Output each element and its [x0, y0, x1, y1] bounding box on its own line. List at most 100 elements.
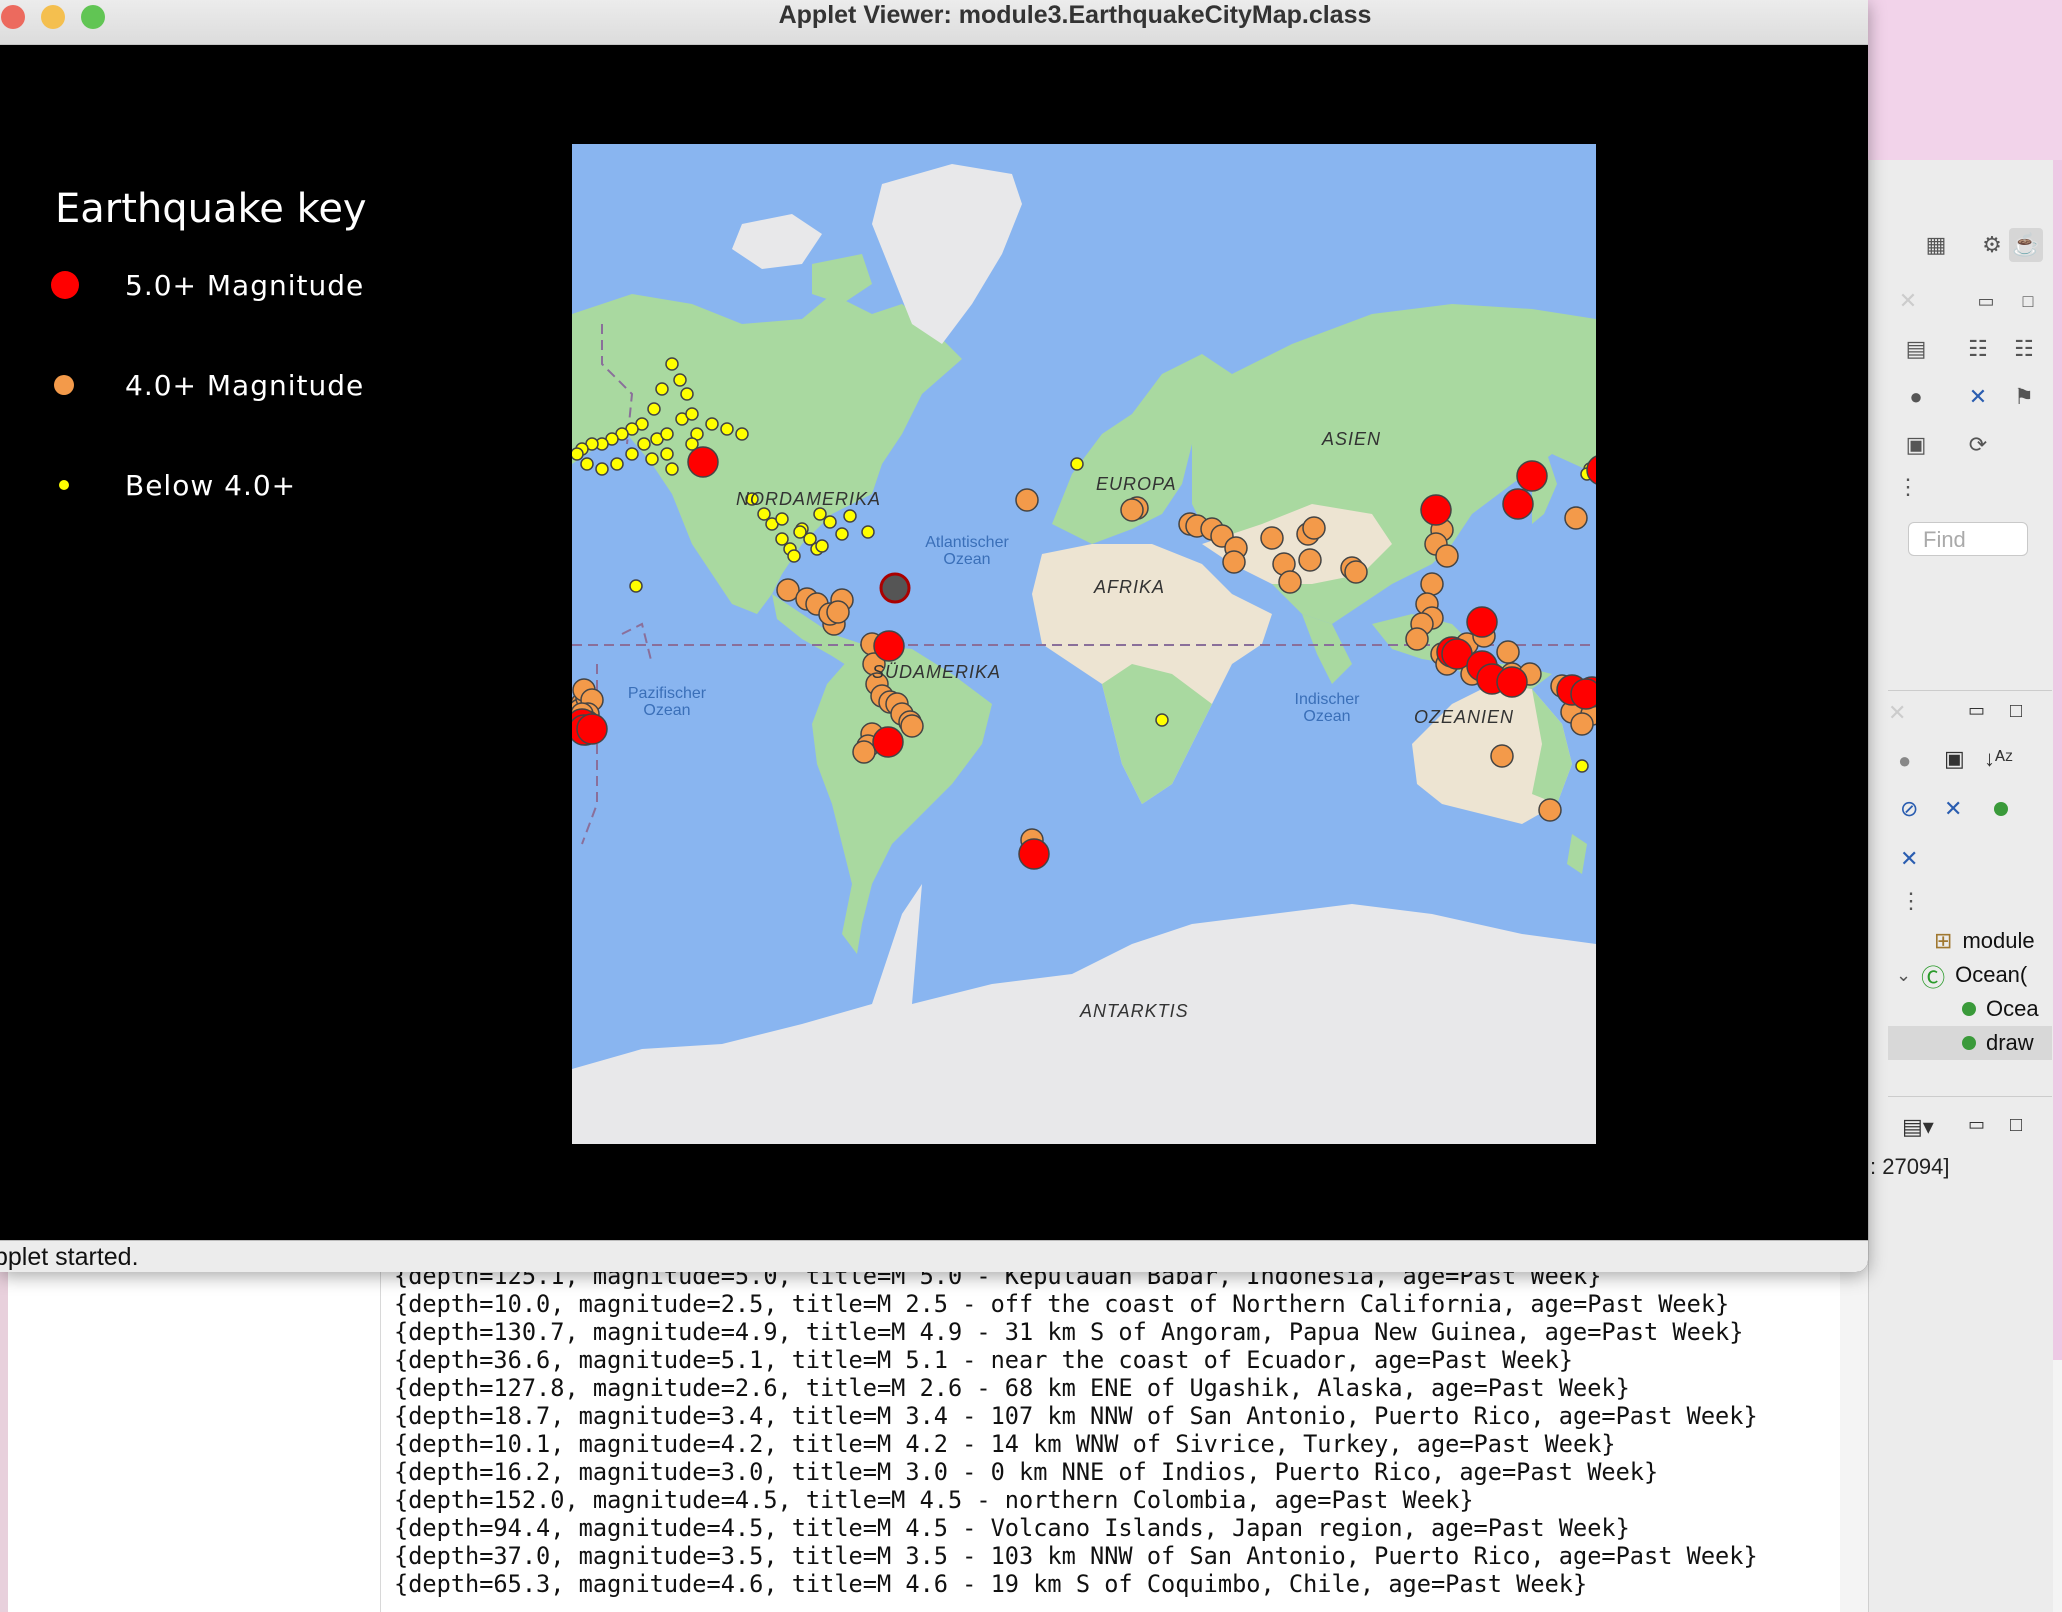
- minimize-icon[interactable]: ▭: [1968, 700, 1985, 721]
- sync-icon[interactable]: ●: [1899, 380, 1933, 414]
- sync-icon[interactable]: ●: [1898, 748, 1911, 774]
- focus-icon[interactable]: ⚑: [2007, 380, 2041, 414]
- minor-earthquake-marker[interactable]: [647, 402, 661, 416]
- moderate-earthquake-marker[interactable]: [852, 740, 876, 764]
- major-earthquake-marker[interactable]: [687, 446, 719, 478]
- major-earthquake-marker[interactable]: [1502, 488, 1534, 520]
- major-earthquake-marker[interactable]: [1420, 494, 1452, 526]
- major-earthquake-marker[interactable]: [1018, 838, 1050, 870]
- minor-earthquake-marker[interactable]: [735, 427, 749, 441]
- major-earthquake-marker[interactable]: [1466, 606, 1498, 638]
- moderate-earthquake-marker[interactable]: [1570, 712, 1594, 736]
- minor-earthquake-marker[interactable]: [665, 462, 679, 476]
- minor-earthquake-marker[interactable]: [660, 427, 674, 441]
- major-earthquake-marker[interactable]: [873, 630, 905, 662]
- moderate-earthquake-marker[interactable]: [1405, 627, 1429, 651]
- collapse-all-icon[interactable]: ▣: [1944, 746, 1965, 772]
- moderate-earthquake-marker[interactable]: [1564, 506, 1588, 530]
- tree-item-constructor[interactable]: Ocea: [1962, 992, 2039, 1026]
- new-console-icon[interactable]: ▤▾: [1902, 1114, 1934, 1140]
- tree-item-class[interactable]: ⌄ Ⓒ Ocean(: [1896, 958, 2027, 992]
- minor-earthquake-marker[interactable]: [787, 549, 801, 563]
- sort-az-icon[interactable]: ↓ᴬᶻ: [1984, 746, 2013, 772]
- hide-nonpublic-icon[interactable]: [1994, 802, 2008, 821]
- perspective-icon[interactable]: ▦: [1919, 228, 1953, 262]
- minor-earthquake-marker[interactable]: [775, 512, 789, 526]
- minor-earthquake-marker[interactable]: [665, 357, 679, 371]
- hide-static-icon[interactable]: ✕: [1944, 796, 1962, 822]
- categorized-icon[interactable]: ☷: [1961, 332, 1995, 366]
- close-icon[interactable]: ✕: [1888, 700, 1906, 726]
- tree-item-package[interactable]: ⊞ module: [1934, 924, 2035, 958]
- minor-earthquake-marker[interactable]: [580, 457, 594, 471]
- minor-earthquake-marker[interactable]: [823, 515, 837, 529]
- minor-earthquake-marker[interactable]: [720, 422, 734, 436]
- minor-earthquake-marker[interactable]: [775, 532, 789, 546]
- minor-earthquake-marker[interactable]: [1155, 713, 1169, 727]
- moderate-earthquake-marker[interactable]: [1302, 516, 1326, 540]
- minor-earthquake-marker[interactable]: [673, 373, 687, 387]
- moderate-earthquake-marker[interactable]: [1496, 640, 1520, 664]
- maximize-icon[interactable]: □: [2011, 284, 2045, 318]
- java-perspective-icon[interactable]: ☕: [2009, 228, 2043, 262]
- minor-earthquake-marker[interactable]: [685, 407, 699, 421]
- minor-earthquake-marker[interactable]: [793, 525, 807, 539]
- java-ee-perspective-icon[interactable]: ⚙: [1975, 228, 2009, 262]
- minor-earthquake-marker[interactable]: [629, 579, 643, 593]
- minor-earthquake-marker[interactable]: [861, 525, 875, 539]
- major-earthquake-marker[interactable]: [576, 713, 608, 745]
- moderate-earthquake-marker[interactable]: [1435, 544, 1459, 568]
- minimize-icon[interactable]: ▭: [1968, 1114, 1985, 1135]
- minimize-icon[interactable]: ▭: [1969, 284, 2003, 318]
- link-icon[interactable]: ⟳: [1961, 428, 1995, 462]
- major-earthquake-marker[interactable]: [1516, 460, 1548, 492]
- minor-earthquake-marker[interactable]: [625, 447, 639, 461]
- moderate-earthquake-marker[interactable]: [1278, 570, 1302, 594]
- moderate-earthquake-marker[interactable]: [1298, 548, 1322, 572]
- find-input[interactable]: Find: [1908, 522, 2028, 556]
- maximize-icon[interactable]: □: [2010, 700, 2022, 723]
- filter-icon[interactable]: ✕: [1961, 380, 1995, 414]
- minor-earthquake-marker[interactable]: [572, 447, 584, 461]
- overlapping-earthquake-marker[interactable]: [879, 572, 911, 604]
- new-task-icon[interactable]: ▤: [1899, 332, 1933, 366]
- minor-earthquake-marker[interactable]: [645, 452, 659, 466]
- moderate-earthquake-marker[interactable]: [1344, 560, 1368, 584]
- view-menu-icon[interactable]: ⋮: [1900, 888, 1922, 914]
- moderate-earthquake-marker[interactable]: [900, 714, 924, 738]
- moderate-earthquake-marker[interactable]: [1260, 526, 1284, 550]
- hide-local-types-icon[interactable]: ✕: [1900, 846, 1918, 872]
- minor-earthquake-marker[interactable]: [843, 509, 857, 523]
- minor-earthquake-marker[interactable]: [680, 387, 694, 401]
- minor-earthquake-marker[interactable]: [637, 437, 651, 451]
- minor-earthquake-marker[interactable]: [1070, 457, 1084, 471]
- moderate-earthquake-marker[interactable]: [1015, 488, 1039, 512]
- moderate-earthquake-marker[interactable]: [1538, 798, 1562, 822]
- major-earthquake-marker[interactable]: [872, 726, 904, 758]
- console-output: {depth=125.1, magnitude=5.0, title=M 5.0…: [394, 1262, 1758, 1598]
- minor-earthquake-marker[interactable]: [705, 417, 719, 431]
- minor-earthquake-marker[interactable]: [1575, 759, 1589, 773]
- world-map[interactable]: NORDAMERIKA EUROPA ASIEN AFRIKA SÜDAMERI…: [572, 144, 1596, 1144]
- moderate-earthquake-marker[interactable]: [1420, 572, 1444, 596]
- minor-earthquake-marker[interactable]: [595, 462, 609, 476]
- minor-earthquake-marker[interactable]: [660, 447, 674, 461]
- maximize-icon[interactable]: □: [2010, 1114, 2022, 1137]
- view-menu-icon[interactable]: ⋮: [1891, 470, 1925, 504]
- scheduled-icon[interactable]: ☷: [2007, 332, 2041, 366]
- minor-earthquake-marker[interactable]: [655, 382, 669, 396]
- title-bar[interactable]: Applet Viewer: module3.EarthquakeCityMap…: [0, 0, 1868, 45]
- minor-earthquake-marker[interactable]: [815, 539, 829, 553]
- tree-item-method[interactable]: draw: [1888, 1026, 2052, 1060]
- collapse-icon[interactable]: ▣: [1899, 428, 1933, 462]
- moderate-earthquake-marker[interactable]: [1120, 498, 1144, 522]
- minor-earthquake-marker[interactable]: [835, 527, 849, 541]
- minor-earthquake-marker[interactable]: [610, 457, 624, 471]
- moderate-earthquake-marker[interactable]: [1222, 550, 1246, 574]
- major-earthquake-marker[interactable]: [1570, 678, 1596, 710]
- major-earthquake-marker[interactable]: [1496, 666, 1528, 698]
- moderate-earthquake-marker[interactable]: [1490, 744, 1514, 768]
- hide-fields-icon[interactable]: ⊘: [1900, 796, 1918, 822]
- moderate-earthquake-marker[interactable]: [826, 600, 850, 624]
- close-icon[interactable]: ✕: [1891, 284, 1925, 318]
